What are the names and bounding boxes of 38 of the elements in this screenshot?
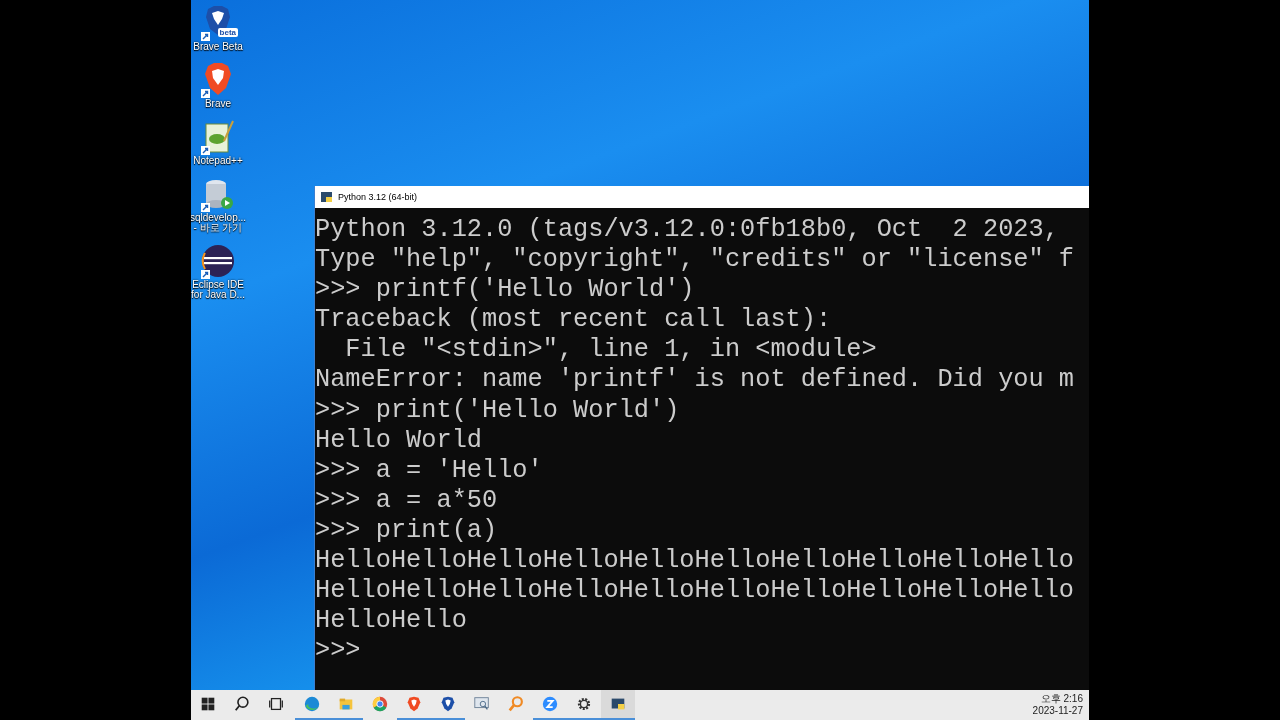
video-app-icon bbox=[541, 695, 559, 713]
console-line: >>> print(a) bbox=[315, 515, 498, 547]
settings-icon bbox=[575, 695, 593, 713]
clock-date[interactable]: 2023-11-27 bbox=[1032, 705, 1083, 717]
desktop-icon-label[interactable]: Brave bbox=[204, 99, 232, 109]
search-icon bbox=[233, 695, 251, 713]
console-line: NameError: name 'printf' is not defined. Did you m bbox=[315, 365, 1075, 396]
shield-icon bbox=[405, 695, 423, 713]
console-line: >>> printf('Hello World') bbox=[315, 275, 695, 306]
desktop-icon-label[interactable]: Brave Beta bbox=[193, 42, 243, 52]
console-line: Hello World bbox=[315, 425, 482, 456]
console-line: HelloHelloHelloHelloHelloHelloHelloHelloHelloHello bbox=[315, 546, 1075, 577]
console-line: >>> bbox=[315, 636, 361, 667]
console-line: >>> a = 'Hello' bbox=[315, 455, 543, 486]
window-title: Python 3.12 (64-bit) bbox=[338, 192, 418, 202]
beta-badge: beta bbox=[217, 28, 238, 37]
desktop-icon-label[interactable]: Eclipse IDE for Java D... bbox=[191, 280, 245, 300]
shield-icon bbox=[439, 695, 457, 713]
clock-time[interactable]: 오후 2:16 bbox=[1040, 693, 1083, 705]
magnifier-icon bbox=[507, 695, 525, 713]
console-icon bbox=[321, 192, 332, 202]
chrome-icon bbox=[371, 695, 389, 713]
task-view-icon bbox=[267, 695, 285, 713]
desktop-icon-label[interactable]: Notepad++ bbox=[193, 156, 243, 166]
console-line: Python 3.12.0 (tags/v3.12.0:0fb18b0, Oct 2 2023, bbox=[315, 215, 1059, 246]
console-line: >>> print('Hello World') bbox=[315, 395, 680, 426]
console-line: Type "help", "copyright", "credits" or "license" f bbox=[315, 245, 1075, 276]
console-line: HelloHelloHelloHelloHelloHelloHelloHelloHelloHello bbox=[315, 576, 1075, 607]
notepad-icon[interactable] bbox=[200, 119, 236, 155]
windows-logo-icon bbox=[199, 695, 217, 713]
eclipse-icon[interactable] bbox=[200, 243, 236, 279]
console-line: >>> a = a*50 bbox=[315, 485, 498, 516]
console-line: Traceback (most recent call last): bbox=[315, 305, 832, 336]
desktop-icon-label[interactable]: sqldevelop... - 바로 가기 bbox=[191, 213, 247, 233]
taskbar-button[interactable] bbox=[601, 690, 635, 720]
console-line: File "<stdin>", line 1, in <module> bbox=[344, 335, 877, 366]
edge-icon bbox=[303, 695, 321, 713]
console-line: HelloHello bbox=[315, 606, 467, 637]
